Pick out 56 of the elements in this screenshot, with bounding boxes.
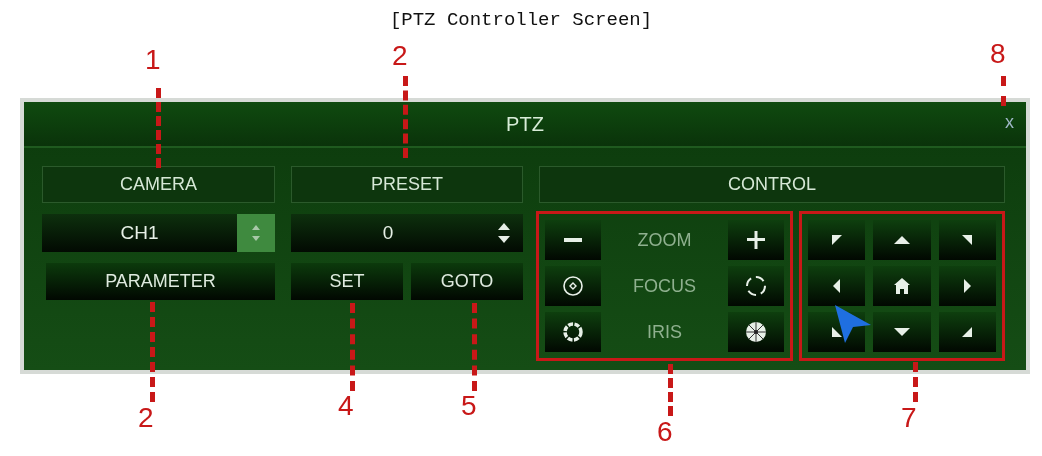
leader-line <box>668 364 673 416</box>
close-button[interactable]: x <box>1001 112 1018 134</box>
section-header: CONTROL <box>539 166 1005 203</box>
iris-open-icon <box>744 320 769 344</box>
zoom-out-button[interactable] <box>545 220 601 260</box>
leader-line <box>1001 76 1006 106</box>
section-header: CAMERA <box>42 166 275 203</box>
up-down-arrows-icon <box>497 221 511 245</box>
arrow-icon <box>831 327 842 337</box>
callout-number: 7 <box>901 404 917 432</box>
pan-up-right-button[interactable] <box>938 220 996 260</box>
set-button[interactable]: SET <box>291 263 403 300</box>
section-header: PRESET <box>291 166 523 203</box>
arrow-icon <box>833 279 841 293</box>
control-label: ZOOM <box>636 228 693 252</box>
iris-close-icon <box>561 320 585 344</box>
parameter-button[interactable]: PARAMETER <box>46 263 275 300</box>
arrow-icon <box>962 235 973 245</box>
callout-number: 5 <box>461 392 477 420</box>
preset-spinner[interactable]: 0 <box>291 214 523 252</box>
pan-up-left-button[interactable] <box>808 220 866 260</box>
focus-far-icon <box>744 274 769 298</box>
control-label: IRIS <box>646 320 684 344</box>
iris-open-button[interactable] <box>728 312 785 352</box>
control-label: FOCUS <box>632 274 698 298</box>
arrow-icon <box>962 327 973 337</box>
home-icon <box>893 277 912 295</box>
arrow-icon <box>963 279 971 293</box>
spinner-value: CH1 <box>119 220 160 245</box>
focus-near-icon <box>561 274 585 298</box>
pan-left-button[interactable] <box>808 266 866 306</box>
arrow-icon <box>831 235 842 245</box>
iris-close-button[interactable] <box>545 312 601 352</box>
pan-down-right-button[interactable] <box>938 312 996 352</box>
pan-down-button[interactable] <box>873 312 931 352</box>
callout-number: 6 <box>657 418 673 446</box>
window-title: PTZ <box>506 112 544 137</box>
callout-number: 4 <box>338 392 354 420</box>
goto-button[interactable]: GOTO <box>411 263 523 300</box>
callout-number: 8 <box>990 40 1006 68</box>
zoom-in-button[interactable] <box>728 220 785 260</box>
callout-number: 2 <box>392 42 408 70</box>
arrow-icon <box>894 328 911 336</box>
callout-number: 2 <box>138 404 154 432</box>
figure-caption: [PTZ Controller Screen] <box>389 8 653 33</box>
pan-right-button[interactable] <box>938 266 996 306</box>
focus-far-button[interactable] <box>728 266 785 306</box>
callout-number: 1 <box>145 46 161 74</box>
arrow-icon <box>894 236 911 244</box>
pan-home-button[interactable] <box>873 266 931 306</box>
channel-spinner[interactable]: CH1 <box>42 214 275 252</box>
pan-up-button[interactable] <box>873 220 931 260</box>
zoom-out-icon <box>564 238 582 242</box>
spinner-value: 0 <box>381 220 395 245</box>
focus-near-button[interactable] <box>545 266 601 306</box>
cursor-icon <box>833 303 873 345</box>
